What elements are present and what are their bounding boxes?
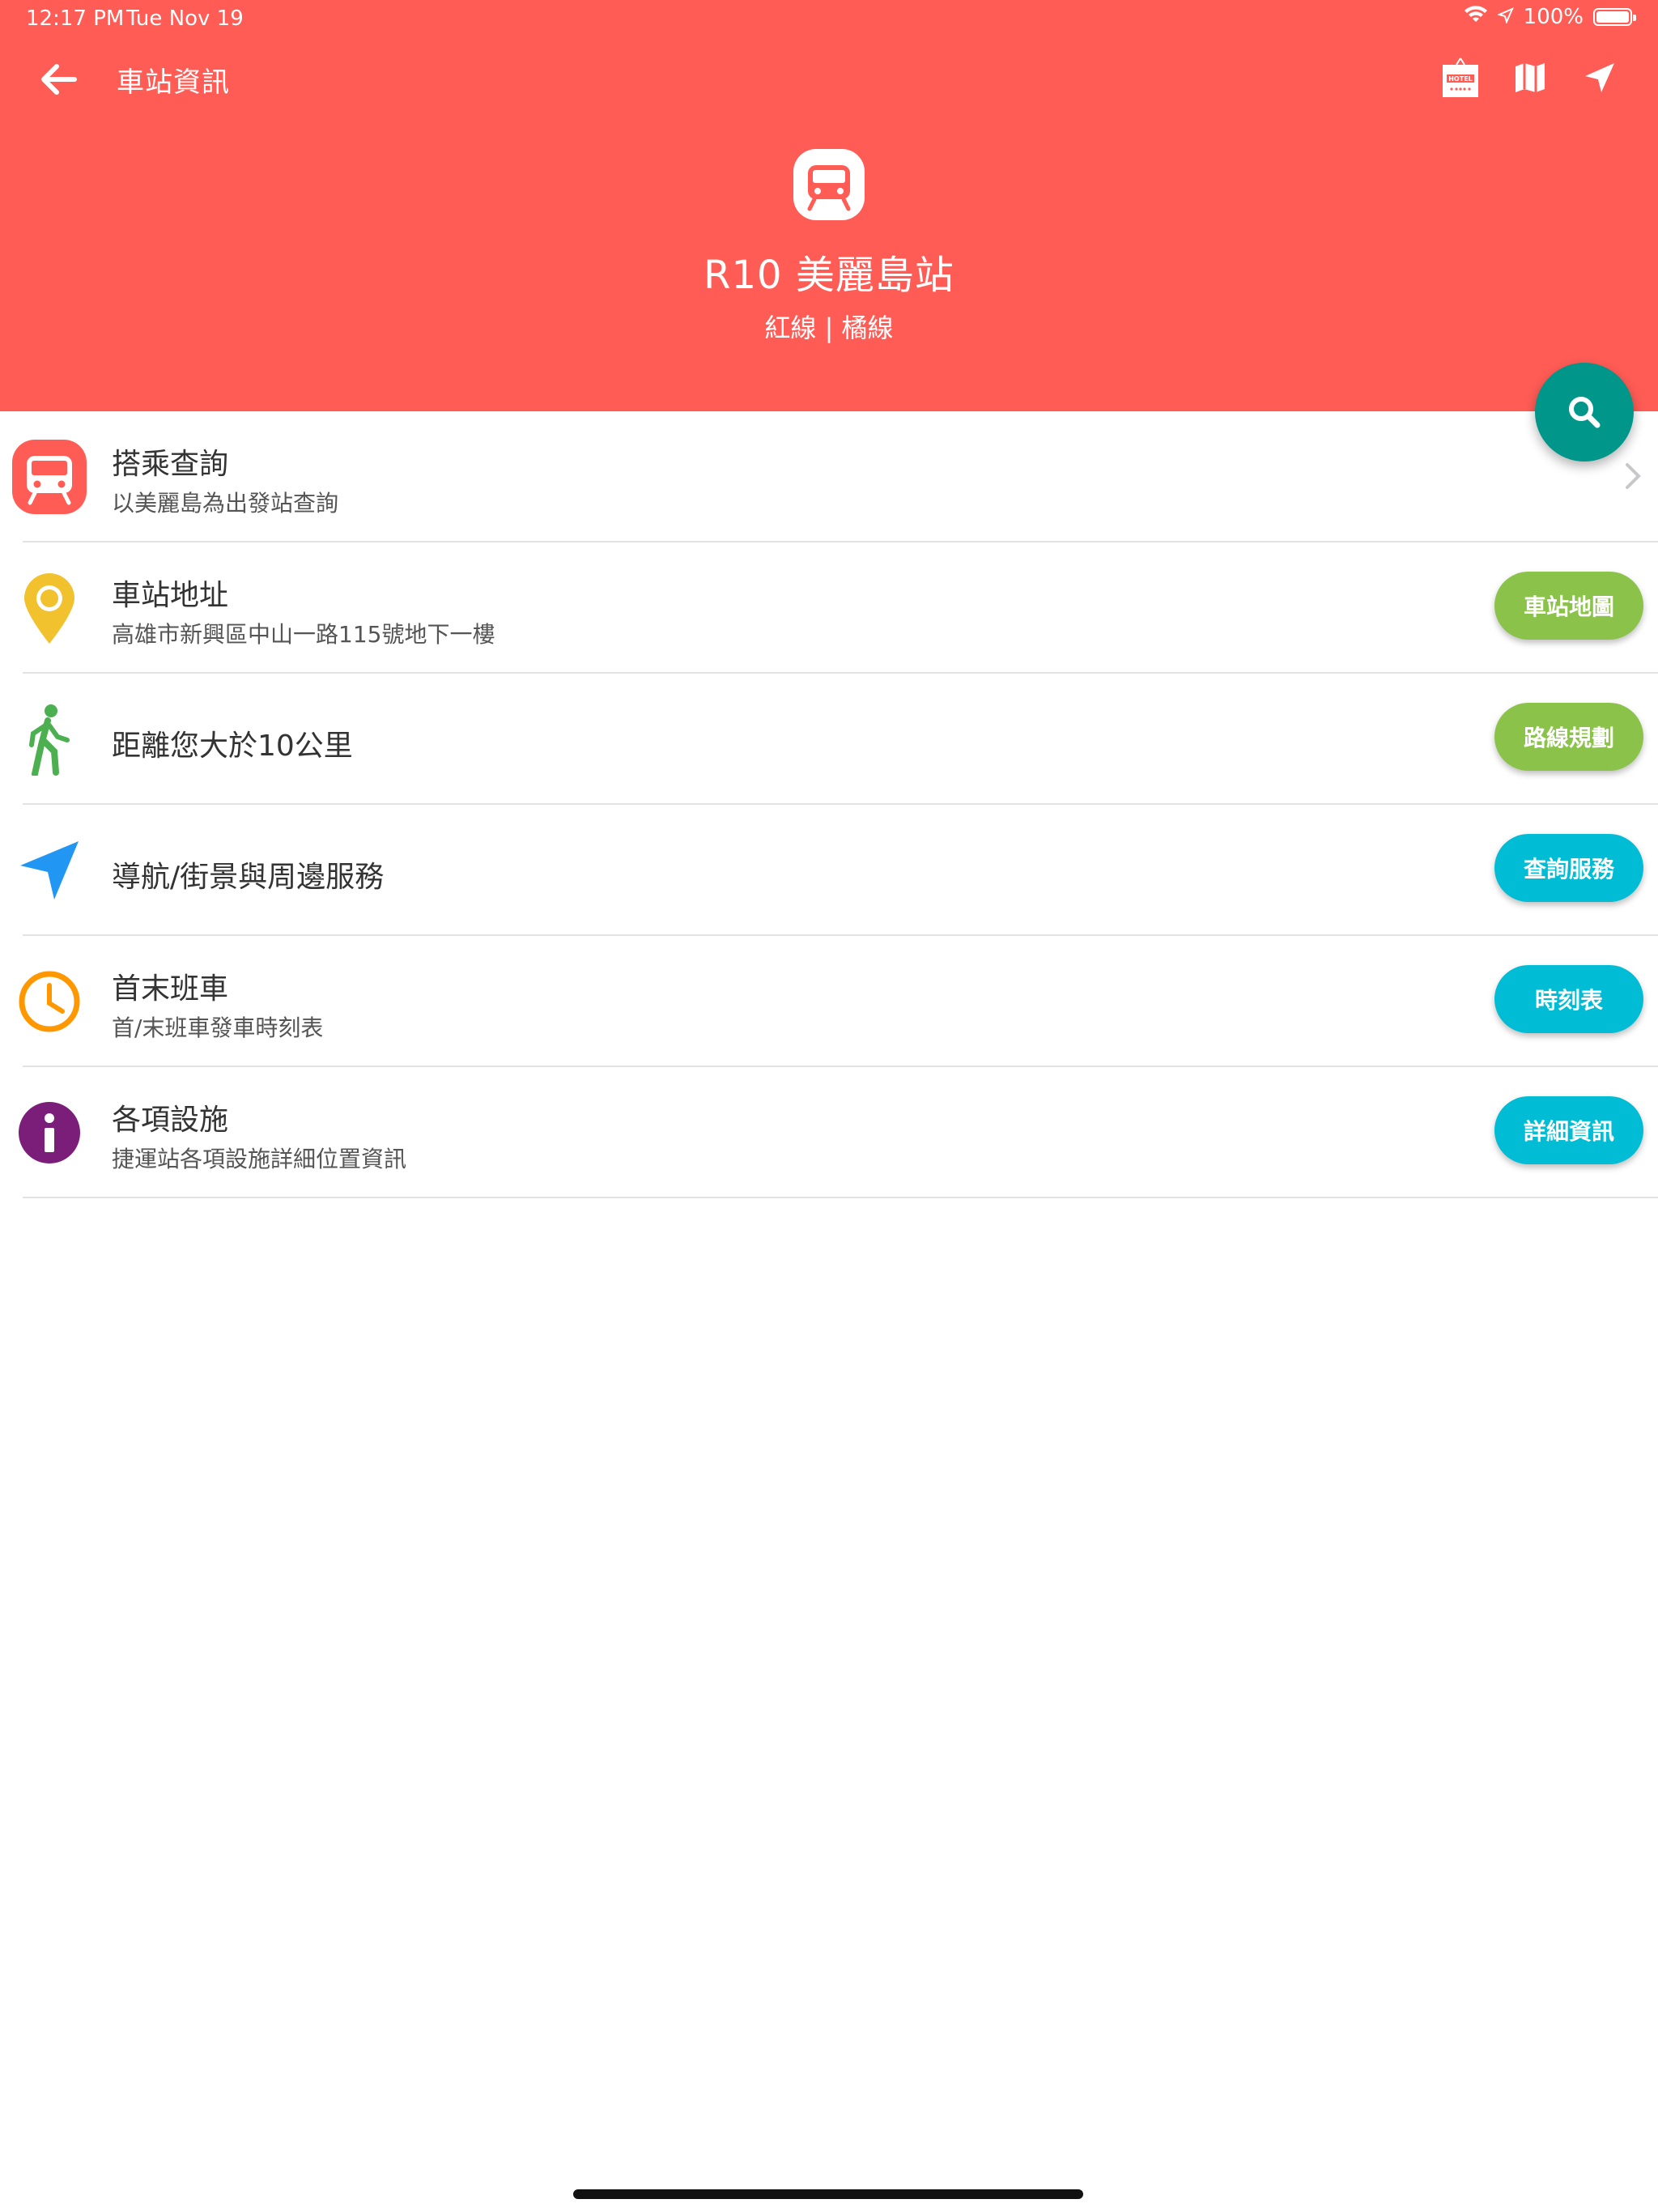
- navigation-arrow-icon: [11, 832, 87, 908]
- station-name: R10 美麗島站: [704, 253, 954, 298]
- timetable-button[interactable]: 時刻表: [1494, 965, 1643, 1033]
- row-title: 首末班車: [112, 972, 229, 1006]
- navigation-button[interactable]: [1577, 55, 1622, 100]
- list-item-first-last-train: 首末班車 首/末班車發車時刻表 時刻表: [19, 936, 1658, 1067]
- map-button[interactable]: [1507, 55, 1553, 100]
- battery-percent: 100%: [1523, 5, 1584, 29]
- walking-icon: [11, 701, 87, 777]
- train-icon: [11, 439, 87, 515]
- chevron-right-icon: [1621, 460, 1645, 492]
- row-title: 距離您大於10公里: [112, 730, 353, 763]
- list-item-navigation: 導航/街景與周邊服務 查詢服務: [20, 805, 1658, 936]
- row-subtitle: 捷運站各項設施詳細位置資訊: [112, 1146, 407, 1172]
- back-button[interactable]: [36, 57, 81, 102]
- query-services-button[interactable]: 查詢服務: [1494, 834, 1643, 902]
- nav-actions: HOTEL: [1438, 55, 1622, 100]
- map-icon: [1516, 63, 1545, 92]
- page-title: 車站資訊: [117, 66, 230, 99]
- train-icon: [793, 149, 865, 220]
- station-map-button[interactable]: 車站地圖: [1494, 572, 1643, 640]
- wifi-icon: [1464, 5, 1488, 29]
- status-time: 12:17 PM: [26, 6, 125, 31]
- hotel-button[interactable]: HOTEL: [1438, 55, 1483, 100]
- row-title: 搭乘查詢: [112, 448, 229, 481]
- svg-text:HOTEL: HOTEL: [1448, 75, 1473, 83]
- home-indicator[interactable]: [573, 2189, 1083, 2199]
- row-title: 各項設施: [112, 1104, 229, 1137]
- map-pin-icon: [11, 570, 87, 646]
- status-date: Tue Nov 19: [126, 6, 244, 31]
- info-icon: [11, 1095, 87, 1171]
- clock-icon: [11, 963, 87, 1040]
- list-item-station-address: 車站地址 高雄市新興區中山一路115號地下一樓 車站地圖: [23, 542, 1658, 674]
- list-item-facilities: 各項設施 捷運站各項設施詳細位置資訊 詳細資訊: [19, 1067, 1658, 1198]
- battery-icon: [1593, 8, 1636, 26]
- row-subtitle: 高雄市新興區中山一路115號地下一樓: [112, 621, 495, 648]
- station-info-list: 搭乘查詢 以美麗島為出發站查詢 車站地址 高雄市新興區中山一路115號地下一樓 …: [0, 411, 1658, 1198]
- station-header: 12:17 PM Tue Nov 19 100% 車站資訊 HOTEL R10 …: [0, 0, 1658, 411]
- row-subtitle: 以美麗島為出發站查詢: [112, 490, 339, 517]
- row-subtitle: 首/末班車發車時刻表: [112, 1015, 324, 1041]
- status-bar: 12:17 PM Tue Nov 19 100%: [0, 0, 1658, 39]
- row-title: 導航/街景與周邊服務: [112, 861, 385, 894]
- status-right: 100%: [1464, 5, 1636, 29]
- hotel-icon: HOTEL: [1443, 57, 1478, 97]
- row-title: 車站地址: [112, 579, 229, 612]
- details-button[interactable]: 詳細資訊: [1494, 1096, 1643, 1164]
- list-item-distance: 距離您大於10公里 路線規劃: [23, 674, 1658, 805]
- route-planning-button[interactable]: 路線規劃: [1494, 703, 1643, 771]
- list-item-ride-query[interactable]: 搭乘查詢 以美麗島為出發站查詢: [12, 411, 1658, 542]
- arrow-left-icon: [41, 64, 77, 95]
- location-arrow-icon: [1496, 5, 1514, 29]
- station-lines: 紅線 | 橘線: [764, 313, 894, 343]
- navigation-icon: [1585, 63, 1614, 92]
